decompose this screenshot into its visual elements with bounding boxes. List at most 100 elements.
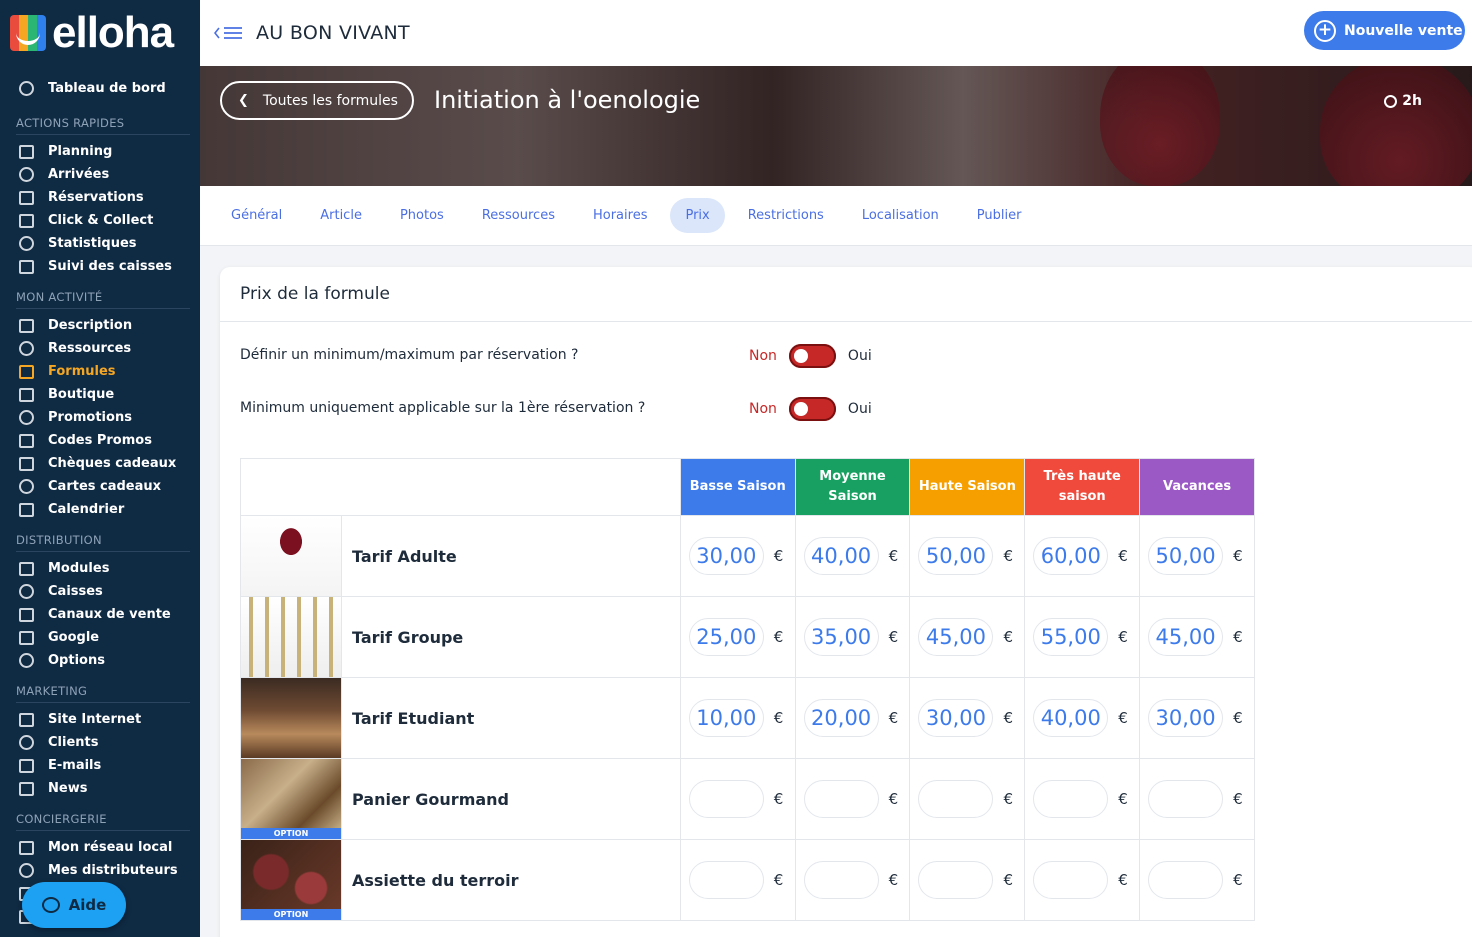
table-row: OPTION Panier Gourmand € € € € € xyxy=(240,758,1255,840)
price-cell: 50,00 € xyxy=(1139,515,1255,597)
tarif-etudiant-thumbnail xyxy=(241,678,341,758)
sidebar-item-google[interactable]: Google xyxy=(16,626,190,649)
currency-symbol: € xyxy=(1118,547,1128,565)
back-to-formulas-button[interactable]: ❮ Toutes les formules xyxy=(220,81,414,120)
duration-value: 2h xyxy=(1402,93,1422,109)
price-input-basse-saison[interactable] xyxy=(688,780,764,818)
sidebar-item-planning[interactable]: Planning xyxy=(16,140,190,163)
tab-horaires[interactable]: Horaires xyxy=(578,198,662,233)
tab-prix[interactable]: Prix xyxy=(670,198,725,233)
duration-badge: 2h xyxy=(1384,93,1422,109)
sidebar-item-click-collect[interactable]: Click & Collect xyxy=(16,209,190,232)
price-input-vacances[interactable]: 50,00 xyxy=(1148,537,1224,575)
sidebar-item-promotions[interactable]: Promotions xyxy=(16,406,190,429)
price-cell: 35,00 € xyxy=(794,596,911,678)
price-input-moyenne-saison[interactable] xyxy=(803,780,879,818)
price-input-haute-saison[interactable]: 50,00 xyxy=(918,537,994,575)
tab-article[interactable]: Article xyxy=(305,198,377,233)
tarif-image-cell xyxy=(240,596,342,678)
price-input-moyenne-saison[interactable]: 35,00 xyxy=(803,618,879,656)
table-row: OPTION Assiette du terroir € € € € € xyxy=(240,839,1255,921)
price-input-basse-saison[interactable]: 30,00 xyxy=(688,537,764,575)
tab-restrictions[interactable]: Restrictions xyxy=(733,198,839,233)
min-max-toggle[interactable]: Non Oui xyxy=(749,344,872,368)
sidebar-item-modules[interactable]: Modules xyxy=(16,557,190,580)
sidebar-item-news[interactable]: News xyxy=(16,777,190,800)
tab-localisation[interactable]: Localisation xyxy=(847,198,954,233)
menu-toggle-icon[interactable] xyxy=(214,23,244,43)
sidebar-item-arrivees[interactable]: Arrivées xyxy=(16,163,190,186)
currency-symbol: € xyxy=(1118,709,1128,727)
sidebar-item-label: Calendrier xyxy=(48,502,125,517)
sidebar-item-boutique[interactable]: Boutique xyxy=(16,383,190,406)
price-input-vacances[interactable] xyxy=(1148,780,1224,818)
price-input-tres-haute-saison[interactable] xyxy=(1033,861,1109,899)
sidebar-item-label: E-mails xyxy=(48,758,102,773)
sidebar-item-options[interactable]: Options xyxy=(16,649,190,672)
price-cell: € xyxy=(1139,839,1255,921)
price-input-vacances[interactable]: 45,00 xyxy=(1148,618,1224,656)
price-input-vacances[interactable] xyxy=(1148,861,1224,899)
sidebar-item-formules[interactable]: Formules xyxy=(16,360,190,383)
currency-symbol: € xyxy=(1233,628,1243,646)
price-input-haute-saison[interactable]: 30,00 xyxy=(918,699,994,737)
price-input-vacances[interactable]: 30,00 xyxy=(1148,699,1224,737)
sidebar-item-label: Mon réseau local xyxy=(48,840,173,855)
sidebar-item-clients[interactable]: Clients xyxy=(16,731,190,754)
sidebar-item-dashboard[interactable]: Tableau de bord xyxy=(16,76,190,100)
sidebar-item-codes-promos[interactable]: Codes Promos xyxy=(16,429,190,452)
formules-icon xyxy=(16,364,36,380)
sidebar-item-label: News xyxy=(48,781,88,796)
sidebar-item-e-mails[interactable]: E-mails xyxy=(16,754,190,777)
help-button[interactable]: Aide xyxy=(22,882,126,928)
price-input-tres-haute-saison[interactable] xyxy=(1033,780,1109,818)
currency-symbol: € xyxy=(888,871,899,889)
sidebar-section-title: MON ACTIVITÉ xyxy=(16,278,190,309)
cheques-cadeaux-icon xyxy=(16,456,36,472)
sidebar-item-description[interactable]: Description xyxy=(16,314,190,337)
sidebar-item-reservations[interactable]: Réservations xyxy=(16,186,190,209)
price-input-tres-haute-saison[interactable]: 60,00 xyxy=(1033,537,1109,575)
ressources-icon xyxy=(16,341,36,357)
price-input-basse-saison[interactable]: 25,00 xyxy=(688,618,764,656)
toggle-switch[interactable] xyxy=(788,397,836,421)
sidebar-item-ressources[interactable]: Ressources xyxy=(16,337,190,360)
price-input-moyenne-saison[interactable] xyxy=(803,861,879,899)
sidebar-item-cheques-cadeaux[interactable]: Chèques cadeaux xyxy=(16,452,190,475)
sidebar-item-label: Formules xyxy=(48,364,116,379)
price-cell: 10,00 € xyxy=(679,677,796,759)
sidebar-item-site-internet[interactable]: Site Internet xyxy=(16,708,190,731)
currency-symbol: € xyxy=(1118,790,1128,808)
price-input-moyenne-saison[interactable]: 20,00 xyxy=(803,699,879,737)
price-input-haute-saison[interactable]: 45,00 xyxy=(918,618,994,656)
price-input-haute-saison[interactable] xyxy=(918,780,994,818)
sidebar-item-label: Click & Collect xyxy=(48,213,154,228)
tab-photos[interactable]: Photos xyxy=(385,198,459,233)
tab-general[interactable]: Général xyxy=(216,198,297,233)
sidebar-item-label: Planning xyxy=(48,144,113,159)
sidebar-item-caisses[interactable]: Caisses xyxy=(16,580,190,603)
sidebar-item-calendrier[interactable]: Calendrier xyxy=(16,498,190,521)
price-input-basse-saison[interactable] xyxy=(688,861,764,899)
tab-ressources[interactable]: Ressources xyxy=(467,198,570,233)
sidebar-item-mon-reseau-local[interactable]: Mon réseau local xyxy=(16,836,190,859)
currency-symbol: € xyxy=(1233,790,1243,808)
sidebar-item-suivi-des-caisses[interactable]: Suivi des caisses xyxy=(16,255,190,278)
price-input-tres-haute-saison[interactable]: 55,00 xyxy=(1033,618,1109,656)
new-sale-button[interactable]: + Nouvelle vente xyxy=(1304,11,1465,50)
sidebar-item-statistiques[interactable]: Statistiques xyxy=(16,232,190,255)
first-booking-toggle[interactable]: Non Oui xyxy=(749,397,872,421)
sidebar-item-mes-distributeurs[interactable]: Mes distributeurs xyxy=(16,859,190,882)
price-input-moyenne-saison[interactable]: 40,00 xyxy=(803,537,879,575)
options-icon xyxy=(16,653,36,669)
toggle-switch[interactable] xyxy=(788,344,836,368)
currency-symbol: € xyxy=(1233,547,1243,565)
price-input-tres-haute-saison[interactable]: 40,00 xyxy=(1033,699,1109,737)
tab-publier[interactable]: Publier xyxy=(962,198,1037,233)
sidebar-item-cartes-cadeaux[interactable]: Cartes cadeaux xyxy=(16,475,190,498)
price-input-haute-saison[interactable] xyxy=(918,861,994,899)
sidebar-item-canaux-de-vente[interactable]: Canaux de vente xyxy=(16,603,190,626)
brand-logo[interactable]: elloha xyxy=(0,0,200,66)
gauge-icon xyxy=(16,80,36,96)
price-input-basse-saison[interactable]: 10,00 xyxy=(688,699,764,737)
